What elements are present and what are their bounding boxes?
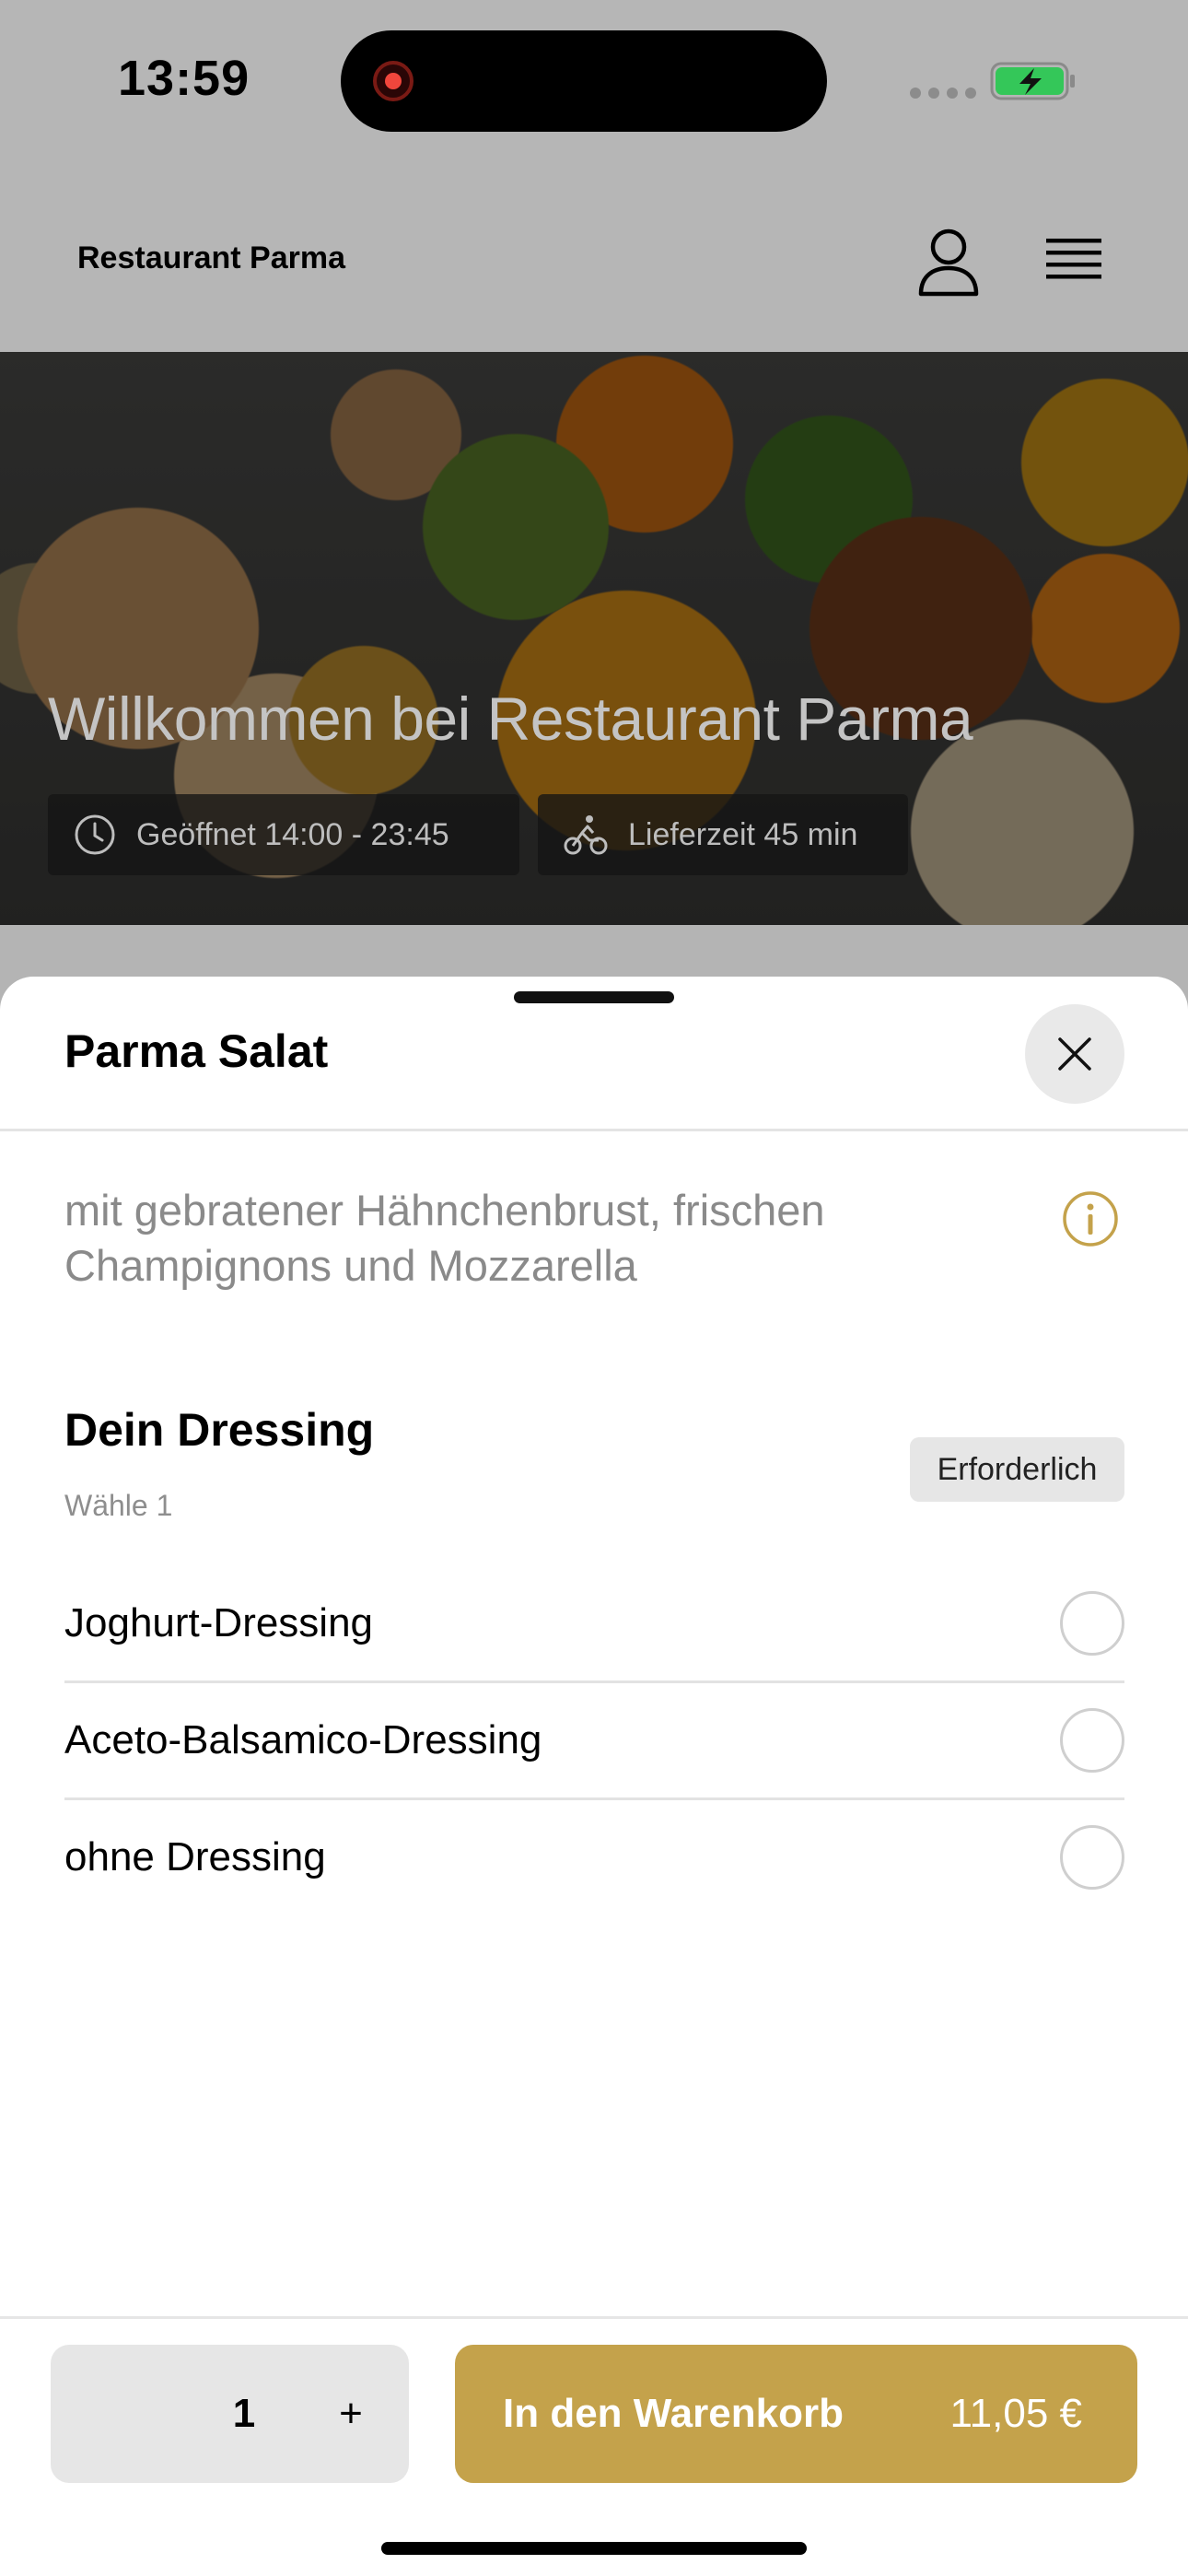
option-label: Aceto-Balsamico-Dressing: [64, 1716, 542, 1762]
status-time: 13:59: [118, 51, 250, 106]
clock-icon: [75, 814, 115, 855]
option-row[interactable]: Aceto-Balsamico-Dressing: [64, 1681, 1124, 1798]
sheet-grabber[interactable]: [514, 991, 674, 1003]
quantity-stepper: 1 +: [51, 2345, 409, 2483]
app-header: Restaurant Parma: [0, 170, 1188, 352]
option-group-title: Dein Dressing: [64, 1404, 375, 1456]
option-label: ohne Dressing: [64, 1833, 326, 1879]
profile-icon[interactable]: [912, 224, 985, 298]
recording-indicator-icon: [373, 61, 413, 101]
sheet-header-divider: [0, 1129, 1188, 1131]
hero-title: Willkommen bei Restaurant Parma: [48, 685, 973, 753]
delivery-time-chip: Lieferzeit 45 min: [538, 794, 908, 875]
quantity-value: 1: [232, 2391, 256, 2436]
status-bar: 13:59: [0, 0, 1188, 170]
radio-button[interactable]: [1060, 1707, 1124, 1773]
hero-banner: Willkommen bei Restaurant Parma Geöffnet…: [0, 352, 1188, 925]
home-indicator[interactable]: [381, 2542, 807, 2555]
hamburger-menu-icon[interactable]: [1041, 229, 1107, 292]
add-to-cart-label: In den Warenkorb: [503, 2391, 844, 2436]
required-badge: Erforderlich: [910, 1437, 1124, 1502]
restaurant-name[interactable]: Restaurant Parma: [77, 240, 345, 276]
radio-button[interactable]: [1060, 1824, 1124, 1890]
radio-button[interactable]: [1060, 1590, 1124, 1656]
page-content-behind-sheet: [0, 925, 1188, 980]
delivery-time-text: Lieferzeit 45 min: [628, 816, 858, 852]
opening-hours-text: Geöffnet 14:00 - 23:45: [136, 816, 449, 852]
option-row[interactable]: ohne Dressing: [64, 1798, 1124, 1915]
option-row[interactable]: Joghurt-Dressing: [64, 1564, 1124, 1681]
option-group-subtitle: Wähle 1: [64, 1489, 173, 1522]
total-price: 11,05 €: [949, 2391, 1082, 2436]
product-description: mit gebratener Hähnchenbrust, frischen C…: [64, 1186, 825, 1290]
add-to-cart-button[interactable]: In den Warenkorb 11,05 €: [455, 2345, 1137, 2483]
cyclist-icon: [564, 815, 608, 855]
product-title: Parma Salat: [64, 1025, 329, 1077]
battery-charging-icon: [990, 62, 1075, 100]
increase-quantity-button[interactable]: +: [323, 2382, 379, 2446]
dynamic-island: [341, 30, 827, 132]
signal-icon: [910, 88, 976, 99]
close-icon: [1058, 1037, 1091, 1071]
info-icon[interactable]: [1062, 1190, 1119, 1247]
action-bar-divider: [0, 2316, 1188, 2319]
product-options-sheet: Parma Salat mit gebratener Hähnchenbrust…: [0, 977, 1188, 2576]
opening-hours-chip: Geöffnet 14:00 - 23:45: [48, 794, 519, 875]
close-button[interactable]: [1025, 1004, 1124, 1104]
option-label: Joghurt-Dressing: [64, 1599, 374, 1645]
